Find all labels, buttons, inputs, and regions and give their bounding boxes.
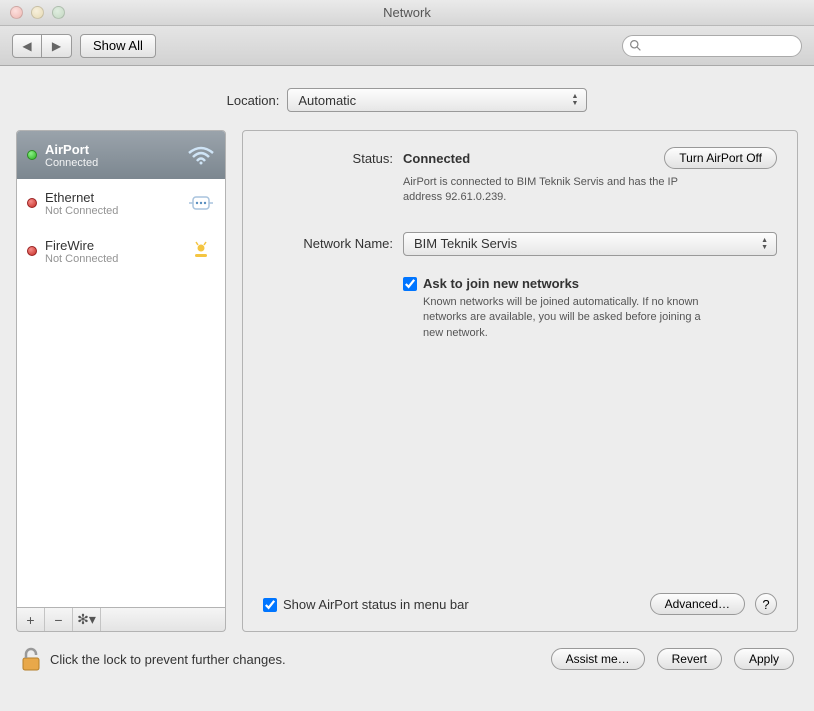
location-label: Location: bbox=[227, 93, 280, 108]
status-dot-red bbox=[27, 246, 37, 256]
search-input[interactable] bbox=[622, 35, 802, 57]
advanced-button[interactable]: Advanced… bbox=[650, 593, 745, 615]
service-list: AirPort Connected Ethernet Not Connected bbox=[16, 130, 226, 608]
ask-join-label: Ask to join new networks bbox=[423, 276, 579, 291]
service-name: Ethernet bbox=[45, 190, 179, 205]
back-button[interactable]: ◀ bbox=[12, 34, 42, 58]
show-all-button[interactable]: Show All bbox=[80, 34, 156, 58]
assist-me-button[interactable]: Assist me… bbox=[551, 648, 645, 670]
status-dot-red bbox=[27, 198, 37, 208]
forward-button[interactable]: ▶ bbox=[42, 34, 72, 58]
show-status-row[interactable]: Show AirPort status in menu bar bbox=[263, 597, 469, 612]
apply-button[interactable]: Apply bbox=[734, 648, 794, 670]
service-status: Not Connected bbox=[45, 253, 179, 265]
service-item-firewire[interactable]: FireWire Not Connected bbox=[17, 227, 225, 275]
network-name-select[interactable]: BIM Teknik Servis ▲▼ bbox=[403, 232, 777, 256]
toolbar: ◀ ▶ Show All bbox=[0, 26, 814, 66]
zoom-button[interactable] bbox=[52, 6, 65, 19]
service-text: AirPort Connected bbox=[45, 142, 179, 169]
window-title: Network bbox=[383, 5, 431, 20]
location-select[interactable]: Automatic ▲▼ bbox=[287, 88, 587, 112]
traffic-lights bbox=[10, 6, 65, 19]
lock-icon[interactable] bbox=[20, 646, 42, 672]
status-value-wrap: Connected Turn AirPort Off AirPort is co… bbox=[403, 147, 777, 206]
minimize-button[interactable] bbox=[31, 6, 44, 19]
network-name-value: BIM Teknik Servis bbox=[414, 236, 517, 251]
ask-join-checkbox-row[interactable]: Ask to join new networks Known networks … bbox=[403, 276, 777, 341]
add-service-button[interactable]: + bbox=[17, 608, 45, 631]
help-button[interactable]: ? bbox=[755, 593, 777, 615]
service-status: Connected bbox=[45, 157, 179, 169]
firewire-icon bbox=[187, 239, 215, 263]
lock-text: Click the lock to prevent further change… bbox=[50, 652, 286, 667]
service-item-airport[interactable]: AirPort Connected bbox=[17, 131, 225, 179]
ask-join-checkbox[interactable] bbox=[403, 277, 417, 291]
search-icon bbox=[629, 39, 642, 52]
remove-service-button[interactable]: − bbox=[45, 608, 73, 631]
revert-button[interactable]: Revert bbox=[657, 648, 722, 670]
service-text: FireWire Not Connected bbox=[45, 238, 179, 265]
ethernet-icon bbox=[187, 191, 215, 215]
service-text: Ethernet Not Connected bbox=[45, 190, 179, 217]
sidebar-footer: + − ✻▾ bbox=[16, 608, 226, 632]
location-value: Automatic bbox=[298, 93, 356, 108]
service-name: AirPort bbox=[45, 142, 179, 157]
close-button[interactable] bbox=[10, 6, 23, 19]
ask-join-row: Ask to join new networks Known networks … bbox=[263, 276, 777, 341]
sidebar: AirPort Connected Ethernet Not Connected bbox=[16, 130, 226, 632]
stepper-icon: ▲▼ bbox=[571, 93, 578, 107]
detail-pane: Status: Connected Turn AirPort Off AirPo… bbox=[242, 130, 798, 632]
ask-join-desc: Known networks will be joined automatica… bbox=[423, 295, 703, 341]
status-value: Connected bbox=[403, 151, 470, 166]
show-status-label: Show AirPort status in menu bar bbox=[283, 597, 469, 612]
service-name: FireWire bbox=[45, 238, 179, 253]
network-name-label: Network Name: bbox=[263, 232, 393, 256]
service-status: Not Connected bbox=[45, 205, 179, 217]
network-name-row: Network Name: BIM Teknik Servis ▲▼ bbox=[263, 232, 777, 256]
location-row: Location: Automatic ▲▼ bbox=[0, 66, 814, 130]
detail-bottom: Show AirPort status in menu bar Advanced… bbox=[263, 593, 777, 615]
main-content: AirPort Connected Ethernet Not Connected bbox=[0, 130, 814, 632]
nav-buttons: ◀ ▶ bbox=[12, 34, 72, 58]
status-info: AirPort is connected to BIM Teknik Servi… bbox=[403, 175, 683, 206]
service-actions-button[interactable]: ✻▾ bbox=[73, 608, 101, 631]
bottom-buttons: Assist me… Revert Apply bbox=[551, 648, 794, 670]
status-row: Status: Connected Turn AirPort Off AirPo… bbox=[263, 147, 777, 206]
turn-airport-off-button[interactable]: Turn AirPort Off bbox=[664, 147, 777, 169]
status-dot-green bbox=[27, 150, 37, 160]
titlebar: Network bbox=[0, 0, 814, 26]
stepper-icon: ▲▼ bbox=[761, 237, 768, 251]
bottom-bar: Click the lock to prevent further change… bbox=[0, 632, 814, 672]
service-item-ethernet[interactable]: Ethernet Not Connected bbox=[17, 179, 225, 227]
search-wrap bbox=[622, 35, 802, 57]
show-status-checkbox[interactable] bbox=[263, 598, 277, 612]
status-label: Status: bbox=[263, 147, 393, 206]
wifi-icon bbox=[187, 143, 215, 167]
